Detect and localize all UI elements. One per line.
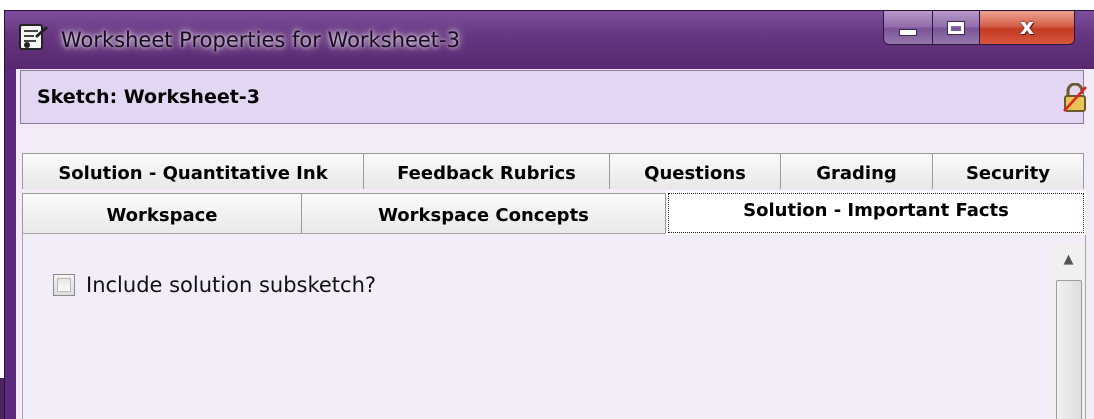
tab-solution-important-facts[interactable]: Solution - Important Facts — [666, 191, 1086, 235]
tab-grading[interactable]: Grading — [780, 153, 933, 189]
include-solution-subsketch-checkbox[interactable] — [53, 274, 75, 296]
maximize-icon — [947, 20, 965, 35]
scroll-up-arrow-icon: ▲ — [1063, 251, 1074, 267]
tab-workspace-concepts[interactable]: Workspace Concepts — [301, 193, 666, 235]
include-solution-subsketch-label[interactable]: Include solution subsketch? — [86, 270, 376, 300]
worksheet-properties-icon — [17, 22, 49, 52]
tab-security[interactable]: Security — [932, 153, 1084, 189]
tab-feedback-rubrics[interactable]: Feedback Rubrics — [363, 153, 610, 189]
unlocked-padlock-icon[interactable] — [1062, 82, 1088, 113]
scroll-up-button[interactable]: ▲ — [1052, 244, 1085, 274]
tab-workspace[interactable]: Workspace — [22, 193, 302, 235]
tab-page-solution-important-facts — [22, 233, 1086, 419]
sketch-header-panel: Sketch: Worksheet-3 — [20, 70, 1087, 124]
minimize-button[interactable] — [883, 11, 933, 45]
window-edge-strip — [0, 378, 4, 419]
close-button[interactable]: x — [979, 11, 1075, 45]
scrollbar-thumb[interactable] — [1056, 280, 1082, 419]
close-icon: x — [1019, 14, 1035, 40]
tab-questions[interactable]: Questions — [609, 153, 781, 189]
maximize-button[interactable] — [932, 11, 980, 45]
window-title: Worksheet Properties for Worksheet-3 — [61, 28, 460, 52]
title-bar[interactable]: Worksheet Properties for Worksheet-3 x — [5, 11, 1094, 69]
sketch-title: Sketch: Worksheet-3 — [37, 86, 260, 108]
minimize-icon — [899, 29, 917, 36]
tab-solution-quantitative-ink[interactable]: Solution - Quantitative Ink — [22, 153, 364, 189]
